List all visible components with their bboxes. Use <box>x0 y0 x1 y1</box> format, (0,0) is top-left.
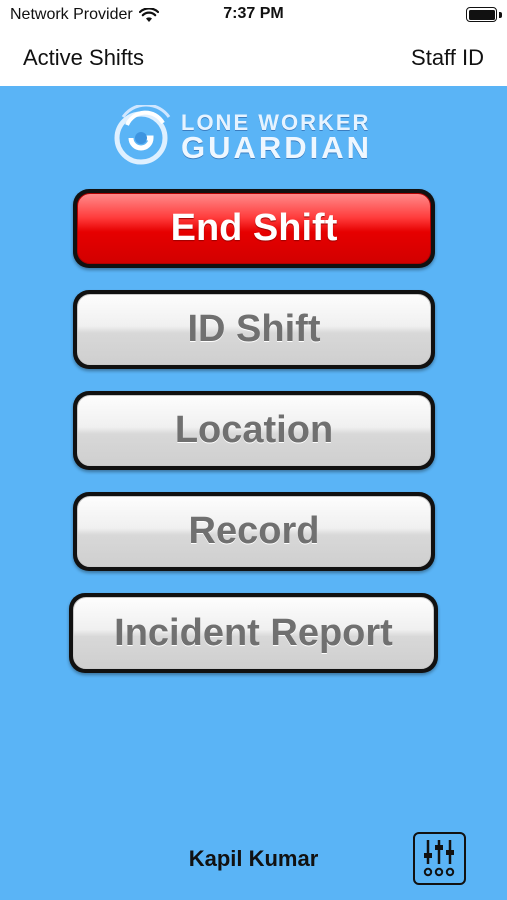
guardian-logo-icon <box>114 105 171 165</box>
main-content: LONE WORKER GUARDIAN End Shift ID Shift … <box>0 86 507 900</box>
end-shift-button[interactable]: End Shift <box>73 189 435 268</box>
navigation-bar: Active Shifts Staff ID <box>0 30 507 86</box>
active-shifts-button[interactable]: Active Shifts <box>23 45 144 71</box>
id-shift-button[interactable]: ID Shift <box>73 290 435 369</box>
incident-report-label: Incident Report <box>73 597 434 669</box>
record-button[interactable]: Record <box>73 492 435 571</box>
location-button[interactable]: Location <box>73 391 435 470</box>
record-label: Record <box>77 496 431 567</box>
id-shift-label: ID Shift <box>77 294 431 365</box>
settings-button[interactable] <box>413 832 466 885</box>
end-shift-label: End Shift <box>77 193 431 264</box>
app-logo: LONE WORKER GUARDIAN <box>113 103 395 167</box>
logo-line-2: GUARDIAN <box>181 130 373 165</box>
sliders-icon <box>423 840 455 877</box>
incident-report-button[interactable]: Incident Report <box>69 593 438 673</box>
battery-tip <box>499 12 502 18</box>
battery-icon <box>466 7 497 22</box>
staff-id-button[interactable]: Staff ID <box>411 45 484 71</box>
status-bar: Network Provider 7:37 PM <box>0 0 507 30</box>
location-label: Location <box>77 395 431 466</box>
clock: 7:37 PM <box>223 5 284 22</box>
